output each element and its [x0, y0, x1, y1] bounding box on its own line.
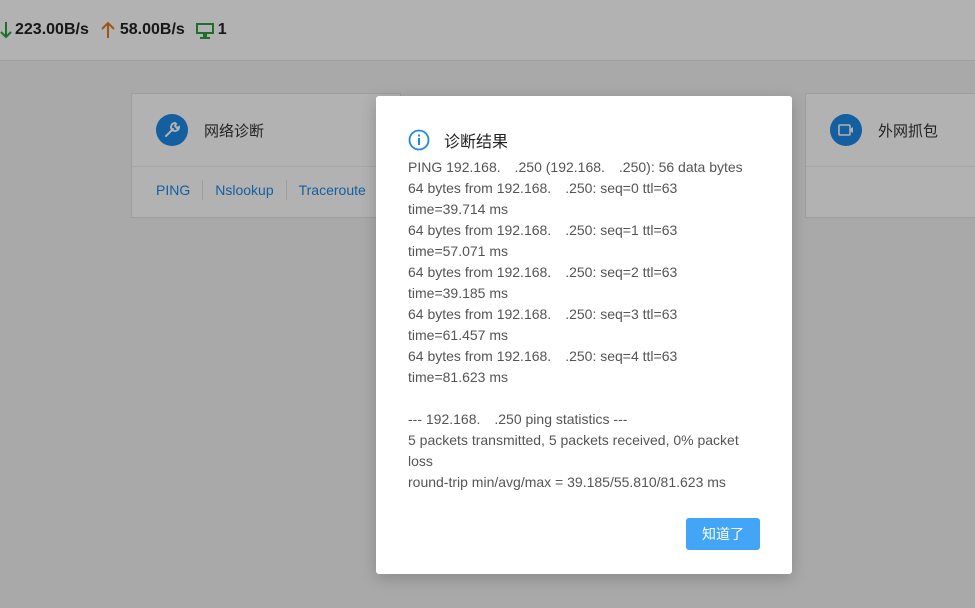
result-line: loss	[408, 453, 433, 469]
result-line: time=57.071 ms	[408, 243, 508, 259]
result-line: 5 packets transmitted, 5 packets receive…	[408, 432, 739, 448]
result-line: time=39.185 ms	[408, 285, 508, 301]
result-line: time=39.714 ms	[408, 201, 508, 217]
ok-button[interactable]: 知道了	[686, 518, 760, 550]
result-line: 64 bytes from 192.168. .250: seq=3 ttl=6…	[408, 306, 678, 322]
result-dialog: 诊断结果 PING 192.168. .250 (192.168. .250):…	[376, 96, 792, 574]
result-line: --- 192.168. .250 ping statistics ---	[408, 411, 628, 427]
result-line: 64 bytes from 192.168. .250: seq=4 ttl=6…	[408, 348, 678, 364]
result-line: 64 bytes from 192.168. .250: seq=2 ttl=6…	[408, 264, 678, 280]
info-icon	[408, 129, 430, 151]
result-line: time=61.457 ms	[408, 327, 508, 343]
result-line	[408, 388, 758, 409]
dialog-title: 诊断结果	[444, 134, 509, 151]
result-line: time=81.623 ms	[408, 369, 508, 385]
result-line: 64 bytes from 192.168. .250: seq=0 ttl=6…	[408, 180, 678, 196]
dialog-body: PING 192.168. .250 (192.168. .250): 56 d…	[408, 157, 758, 493]
result-line: round-trip min/avg/max = 39.185/55.810/8…	[408, 474, 726, 490]
result-line: 64 bytes from 192.168. .250: seq=1 ttl=6…	[408, 222, 678, 238]
result-line: PING 192.168. .250 (192.168. .250): 56 d…	[408, 159, 743, 175]
